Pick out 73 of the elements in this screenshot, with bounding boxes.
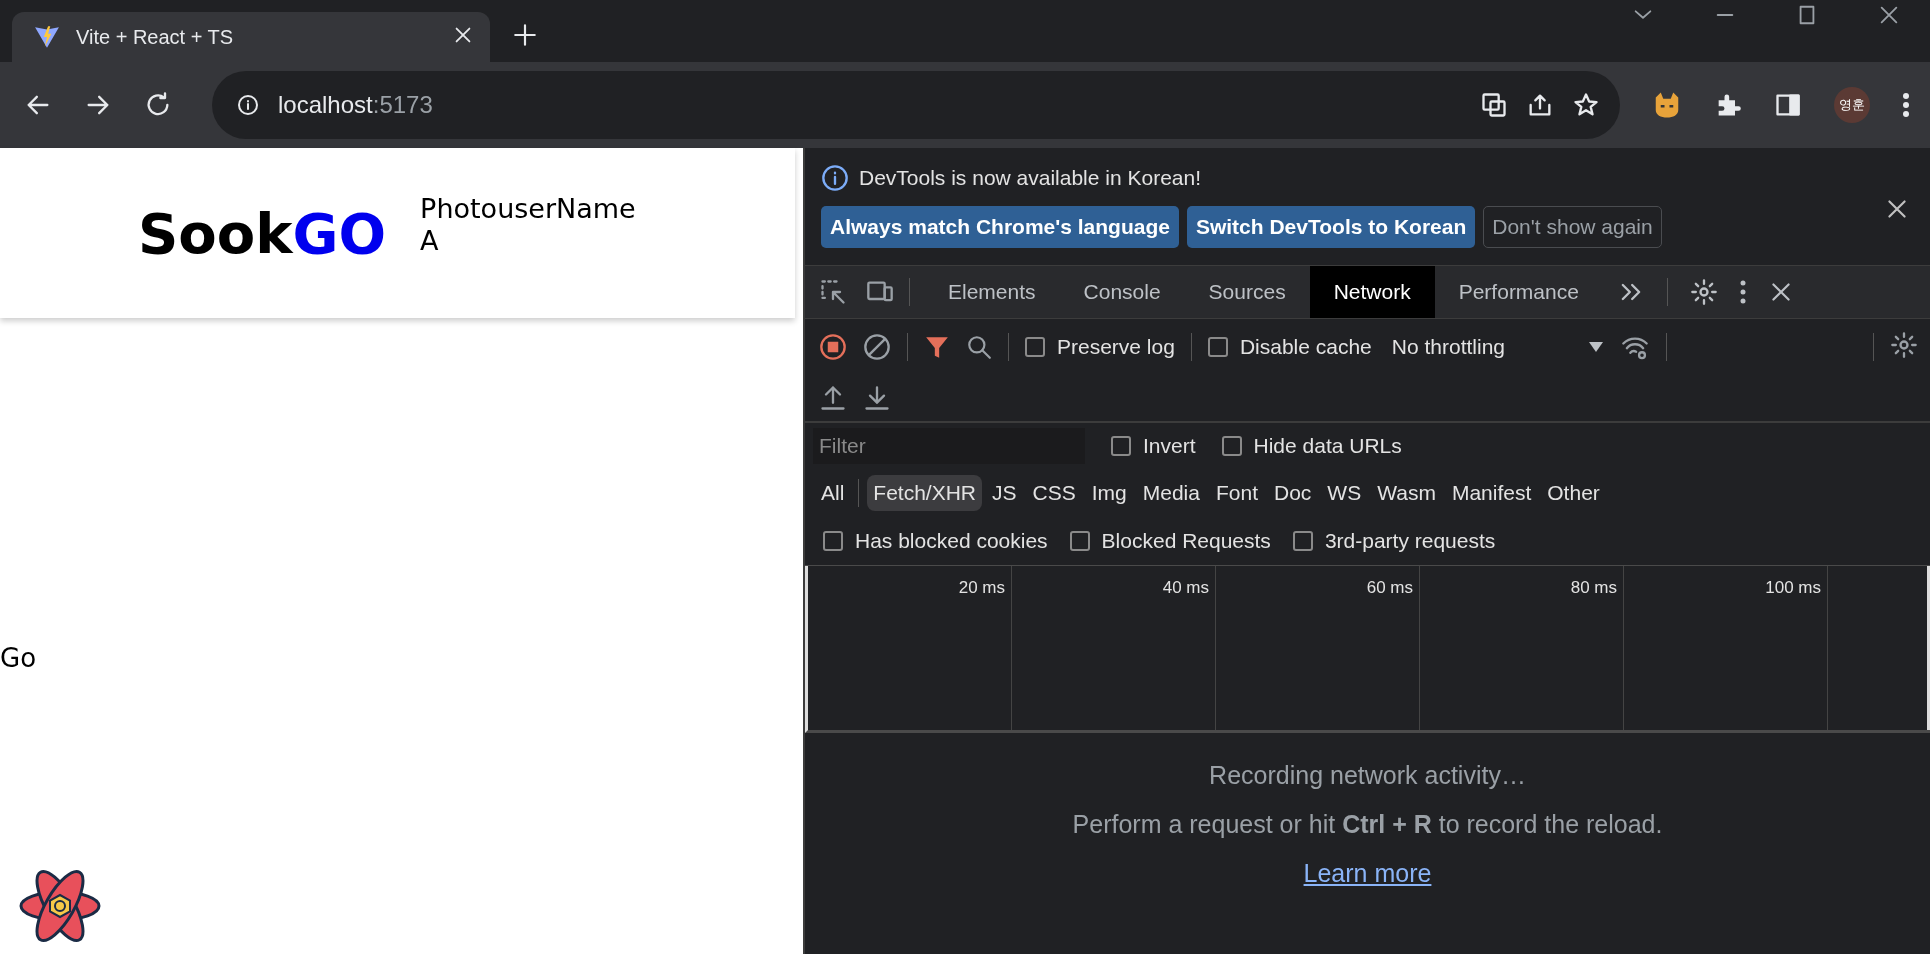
checkbox-label: 3rd-party requests [1324, 529, 1496, 553]
settings-icon[interactable] [1689, 278, 1718, 306]
checkbox-label: Hide data URLs [1253, 434, 1402, 458]
checkbox-label: Has blocked cookies [855, 529, 1048, 553]
type-filter-button[interactable]: Wasm [1371, 475, 1442, 511]
type-filter-button[interactable]: Fetch/XHR [867, 475, 983, 511]
body-text: Go [0, 643, 37, 673]
learn-more-link[interactable]: Learn more [1303, 859, 1432, 888]
checkbox-label: Invert [1143, 434, 1196, 458]
atom-logo-icon [18, 868, 102, 944]
checkbox[interactable] [823, 531, 843, 551]
time-tick: 40 ms [1162, 578, 1209, 597]
time-tick: 20 ms [958, 578, 1005, 597]
time-tick: 60 ms [1366, 578, 1413, 597]
star-icon[interactable] [1572, 91, 1600, 119]
type-filter-button[interactable]: WS [1321, 475, 1368, 511]
devtools-tab[interactable]: Elements [924, 266, 1060, 318]
type-filter-button[interactable]: Img [1085, 475, 1133, 511]
address-bar[interactable]: localhost:5173 [212, 71, 1620, 139]
close-icon[interactable] [1878, 4, 1900, 26]
empty-hint: Perform a request or hit Ctrl + R to record the reload. [1072, 810, 1663, 839]
time-tick: 100 ms [1765, 578, 1821, 597]
type-filter-button[interactable]: Media [1136, 475, 1206, 511]
checkbox[interactable] [1025, 337, 1045, 357]
user-text: A [420, 225, 440, 257]
checkbox-label: Preserve log [1057, 335, 1175, 359]
type-filter-button[interactable]: Other [1541, 475, 1606, 511]
checkbox[interactable] [1292, 531, 1313, 551]
devtools-tab[interactable]: Sources [1184, 266, 1310, 318]
type-filter-button[interactable]: All [815, 475, 851, 511]
checkbox[interactable] [1111, 436, 1131, 456]
more-icon[interactable] [1902, 92, 1910, 118]
checkbox[interactable] [1069, 531, 1090, 551]
filter-icon[interactable] [924, 334, 950, 360]
settings-icon[interactable] [1890, 330, 1918, 359]
filter-field[interactable]: Filter [813, 428, 1085, 464]
profile-avatar[interactable]: 영훈 [1834, 87, 1870, 123]
tab-title: Vite + React + TS [76, 25, 235, 49]
clear-icon[interactable] [863, 333, 891, 361]
devtools-tab[interactable]: Performance [1434, 266, 1603, 318]
infobar-button[interactable]: Don't show again [1483, 206, 1662, 248]
record-button-icon[interactable] [819, 333, 847, 361]
more-icon[interactable] [1739, 280, 1746, 304]
type-filter-button[interactable]: JS [986, 475, 1023, 511]
type-filter-button[interactable]: CSS [1026, 475, 1082, 511]
site-logo: SookGO [138, 200, 387, 266]
throttling-dropdown[interactable]: No throttling [1391, 335, 1572, 359]
plus-icon[interactable] [512, 22, 538, 48]
devtools-tab[interactable]: Console [1059, 266, 1185, 318]
checkbox-label: Disable cache [1239, 335, 1372, 359]
devtools-tab[interactable]: Network [1309, 266, 1435, 318]
download-icon[interactable] [863, 384, 891, 412]
upload-icon[interactable] [819, 384, 847, 412]
dropdown-caret-icon[interactable] [1587, 341, 1604, 353]
infobar-button[interactable]: Always match Chrome's language [821, 206, 1179, 248]
info-icon [821, 164, 849, 192]
inspect-icon[interactable] [819, 278, 847, 306]
info-icon [236, 93, 260, 117]
translate-icon[interactable] [1480, 91, 1508, 119]
checkbox[interactable] [1207, 337, 1228, 357]
type-filter-button[interactable]: Manifest [1445, 475, 1538, 511]
user-text: PhotouserName [420, 193, 636, 225]
browser-tab[interactable]: Vite + React + TS [12, 12, 490, 62]
infobar-button[interactable]: Switch DevTools to Korean [1186, 206, 1476, 248]
infobar-message: DevTools is now available in Korean! [859, 166, 1202, 190]
checkbox-label: Blocked Requests [1101, 529, 1271, 553]
type-filter-button[interactable]: Font [1209, 475, 1264, 511]
checkbox[interactable] [1221, 436, 1242, 456]
type-filter-button[interactable]: Doc [1268, 475, 1318, 511]
time-tick: 80 ms [1570, 578, 1617, 597]
empty-title: Recording network activity… [1209, 761, 1526, 790]
search-icon[interactable] [966, 334, 992, 360]
lightning-logo-icon [34, 24, 60, 50]
